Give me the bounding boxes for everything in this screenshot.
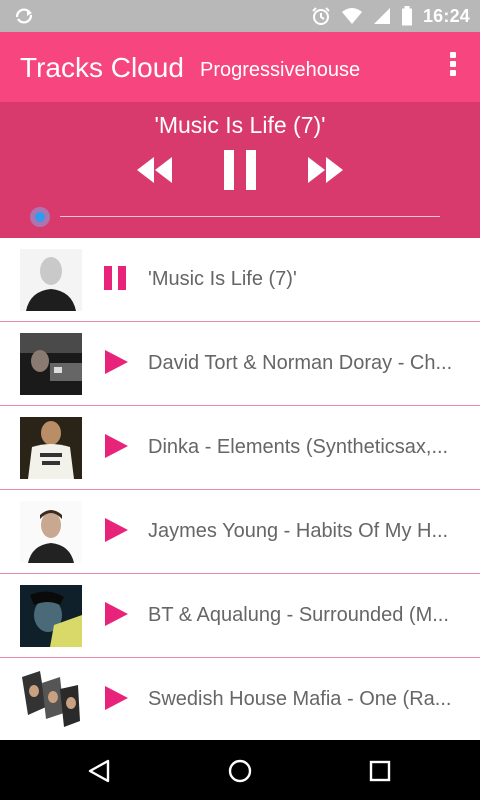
play-icon[interactable] [103, 349, 129, 375]
status-bar: 16:24 [0, 0, 480, 32]
signal-icon [373, 8, 390, 24]
status-time: 16:24 [422, 5, 470, 26]
home-icon[interactable] [227, 758, 253, 784]
track-title: Jaymes Young - Habits Of My H... [148, 520, 449, 542]
track-artwork [20, 249, 82, 311]
track-row[interactable]: Jaymes Young - Habits Of My H... [0, 490, 480, 574]
fast-forward-icon[interactable] [306, 155, 344, 185]
battery-icon [401, 6, 412, 26]
navigation-bar [0, 740, 480, 800]
play-icon[interactable] [103, 601, 129, 627]
genre-subtitle[interactable]: Progressivehouse [200, 59, 360, 82]
play-icon[interactable] [103, 517, 129, 543]
track-row[interactable]: Swedish House Mafia - One (Ra... [0, 658, 480, 740]
overflow-menu-icon[interactable] [448, 52, 458, 80]
recents-icon[interactable] [367, 758, 393, 784]
app-title: Tracks Cloud [20, 52, 184, 83]
play-icon[interactable] [103, 685, 129, 711]
track-title: Dinka - Elements (Syntheticsax,... [148, 436, 449, 458]
track-artwork [20, 669, 82, 731]
back-icon[interactable] [86, 758, 112, 784]
track-artwork [20, 501, 82, 563]
track-title: 'Music Is Life (7)' [148, 268, 297, 290]
wifi-icon [341, 8, 362, 24]
seek-bar[interactable] [30, 207, 440, 227]
play-icon[interactable] [103, 433, 129, 459]
track-title: David Tort & Norman Doray - Ch... [148, 352, 453, 374]
track-row[interactable]: 'Music Is Life (7)' [0, 238, 480, 322]
track-list: 'Music Is Life (7)' David Tort & Norman … [0, 238, 480, 740]
seek-track [60, 216, 440, 217]
track-row[interactable]: David Tort & Norman Doray - Ch... [0, 322, 480, 406]
app-toolbar: Tracks Cloud Progressivehouse [0, 32, 480, 102]
player-controls [0, 150, 480, 194]
track-row[interactable]: Dinka - Elements (Syntheticsax,... [0, 406, 480, 490]
track-row[interactable]: BT & Aqualung - Surrounded (M... [0, 574, 480, 658]
sync-icon [15, 8, 33, 24]
track-title: Swedish House Mafia - One (Ra... [148, 688, 452, 710]
player-panel: 'Music Is Life (7)' [0, 102, 480, 238]
now-playing-title: 'Music Is Life (7)' [154, 112, 326, 138]
pause-track-icon[interactable] [103, 265, 129, 291]
track-artwork [20, 417, 82, 479]
rewind-icon[interactable] [136, 155, 174, 185]
pause-icon[interactable] [222, 150, 258, 190]
track-title: BT & Aqualung - Surrounded (M... [148, 604, 449, 626]
track-artwork [20, 333, 82, 395]
alarm-icon [312, 7, 330, 25]
track-artwork [20, 585, 82, 647]
seek-thumb[interactable] [30, 207, 50, 227]
